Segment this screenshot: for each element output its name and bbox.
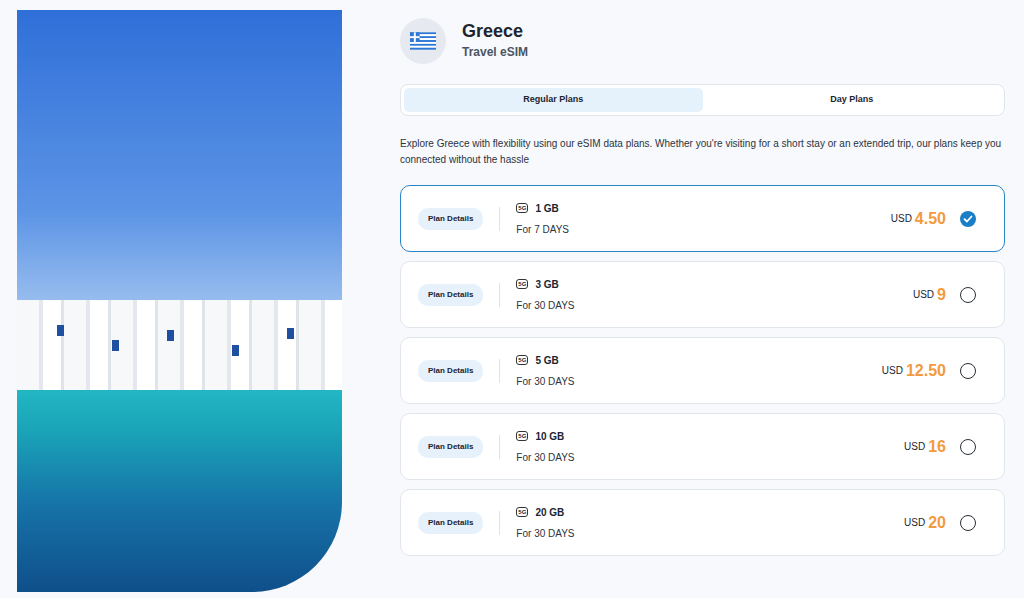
plan-card[interactable]: Plan Details 5G 3 GB For 30 DAYS USD9	[400, 261, 1005, 328]
plan-radio[interactable]	[960, 439, 976, 455]
plan-info: 5G 3 GB For 30 DAYS	[516, 277, 574, 313]
plan-info: 5G 5 GB For 30 DAYS	[516, 353, 574, 389]
price-amount: 20	[928, 511, 946, 535]
plan-duration: For 30 DAYS	[516, 298, 574, 313]
plan-radio[interactable]	[960, 287, 976, 303]
plan-tab[interactable]: Regular Plans	[404, 88, 703, 112]
plan-data-row: 5G 5 GB	[516, 353, 574, 368]
plan-card[interactable]: Plan Details 5G 20 GB For 30 DAYS USD20	[400, 489, 1005, 556]
plan-details-button[interactable]: Plan Details	[418, 436, 483, 458]
plan-data: 3 GB	[535, 277, 558, 292]
plan-data-row: 5G 10 GB	[516, 429, 574, 444]
country-name: Greece	[462, 21, 528, 43]
plan-duration: For 30 DAYS	[516, 450, 574, 465]
plan-data-row: 5G 3 GB	[516, 277, 574, 292]
destination-photo	[17, 10, 342, 592]
plan-data-row: 5G 20 GB	[516, 505, 574, 520]
plans-description: Explore Greece with flexibility using ou…	[400, 136, 1005, 167]
plan-duration: For 7 DAYS	[516, 222, 569, 237]
divider	[499, 283, 500, 307]
network-badge: 5G	[516, 355, 528, 365]
plan-list: Plan Details5G1 GBFor 7 DAYSUSD4.50Plan …	[400, 185, 1005, 556]
plan-tabs: Regular PlansDay Plans	[400, 84, 1005, 116]
country-title-block: GreeceTravel eSIM	[462, 21, 528, 61]
price-amount: 9	[937, 283, 946, 307]
plan-tab[interactable]: Day Plans	[703, 88, 1002, 112]
network-badge: 5G	[516, 279, 528, 289]
price-currency: USD	[882, 363, 903, 378]
plan-info: 5G 1 GB For 7 DAYS	[516, 201, 569, 237]
plan-details-button[interactable]: Plan Details	[418, 284, 483, 306]
flag-icon	[400, 18, 446, 64]
plan-card[interactable]: Plan Details 5G 5 GB For 30 DAYS USD12.50	[400, 337, 1005, 404]
divider	[499, 435, 500, 459]
plan-data: 1 GB	[535, 201, 558, 216]
price-currency: USD	[913, 287, 934, 302]
price-amount: 12.50	[906, 359, 946, 383]
price-amount: 16	[928, 435, 946, 459]
divider	[499, 511, 500, 535]
plan-price: USD4.50	[891, 207, 976, 231]
plan-data: 20 GB	[535, 505, 564, 520]
plan-card[interactable]: Plan Details 5G 1 GB For 7 DAYS USD4.50	[400, 185, 1005, 252]
plan-radio[interactable]	[960, 363, 976, 379]
plan-radio[interactable]	[960, 515, 976, 531]
plan-price: USD12.50	[882, 359, 976, 383]
divider	[499, 207, 500, 231]
plan-details-button[interactable]: Plan Details	[418, 360, 483, 382]
plan-info: 5G 10 GB For 30 DAYS	[516, 429, 574, 465]
plan-data: 10 GB	[535, 429, 564, 444]
network-badge: 5G	[516, 507, 528, 517]
plan-duration: For 30 DAYS	[516, 526, 574, 541]
price-amount: 4.50	[915, 207, 946, 231]
plan-details-button[interactable]: Plan Details	[418, 208, 483, 230]
price-currency: USD	[904, 439, 925, 454]
plan-price: USD20	[904, 511, 976, 535]
network-badge: 5G	[516, 431, 528, 441]
divider	[499, 359, 500, 383]
network-badge: 5G	[516, 203, 528, 213]
price-currency: USD	[891, 211, 912, 226]
plan-data: 5 GB	[535, 353, 558, 368]
plan-data-row: 5G 1 GB	[516, 201, 569, 216]
country-subtitle: Travel eSIM	[462, 43, 528, 61]
plan-price: USD9	[913, 283, 976, 307]
plan-price: USD16	[904, 435, 976, 459]
price-currency: USD	[904, 515, 925, 530]
country-header: GreeceTravel eSIM	[400, 10, 1005, 64]
plan-radio[interactable]	[960, 211, 976, 227]
plan-details-button[interactable]: Plan Details	[418, 512, 483, 534]
plan-duration: For 30 DAYS	[516, 374, 574, 389]
plan-info: 5G 20 GB For 30 DAYS	[516, 505, 574, 541]
plan-card[interactable]: Plan Details 5G 10 GB For 30 DAYS USD16	[400, 413, 1005, 480]
